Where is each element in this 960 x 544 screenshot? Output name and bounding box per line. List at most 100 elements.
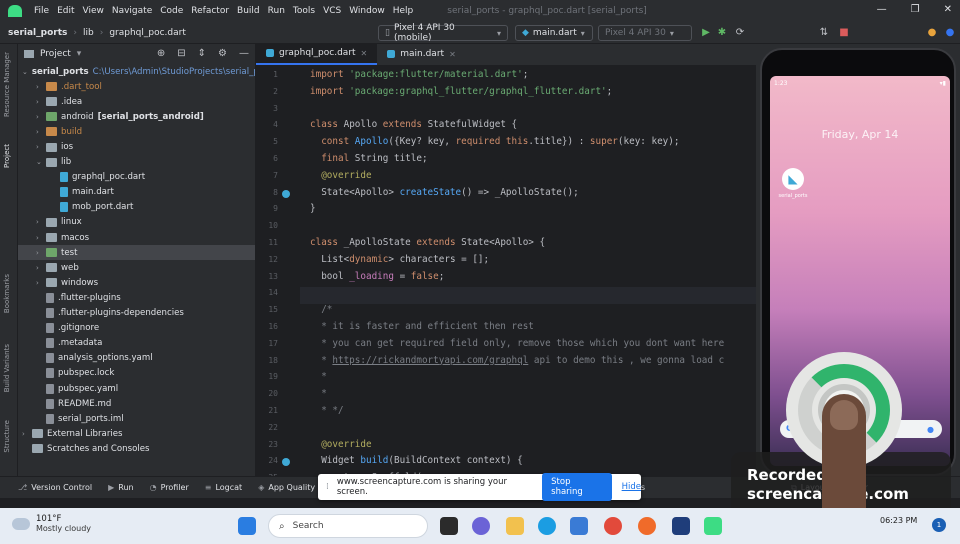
line-number[interactable]: 6: [273, 154, 278, 163]
tree-item[interactable]: pubspec.yaml: [18, 381, 255, 396]
close-tab-icon[interactable]: ✕: [361, 49, 368, 58]
line-number[interactable]: 4: [273, 120, 278, 129]
device-selector[interactable]: ▯ Pixel 4 API 30 (mobile) ▾: [378, 23, 508, 43]
line-number[interactable]: 14: [268, 288, 278, 297]
line-number[interactable]: 5: [273, 137, 278, 146]
stop-sharing-button[interactable]: Stop sharing: [542, 473, 612, 501]
tree-item[interactable]: serial_ports.iml: [18, 411, 255, 426]
tool-profiler[interactable]: ◔ Profiler: [150, 483, 189, 492]
settings-icon[interactable]: ●: [944, 27, 956, 39]
debug-icon[interactable]: ✱: [716, 27, 728, 39]
tree-item[interactable]: › windows: [18, 275, 255, 290]
line-number[interactable]: 3: [273, 104, 278, 113]
stop-icon[interactable]: ■: [838, 27, 850, 39]
breadcrumb-project[interactable]: serial_ports: [8, 28, 67, 38]
breadcrumb-file[interactable]: graphql_poc.dart: [109, 28, 186, 38]
line-number[interactable]: 20: [268, 389, 278, 398]
tree-item[interactable]: README.md: [18, 396, 255, 411]
tree-item[interactable]: .flutter-plugins-dependencies: [18, 306, 255, 321]
tool-logcat[interactable]: ≡ Logcat: [205, 483, 242, 492]
menu-edit[interactable]: Edit: [53, 6, 78, 16]
tree-item[interactable]: .gitignore: [18, 321, 255, 336]
update-icon[interactable]: ●: [926, 27, 938, 39]
android-studio-taskbar-icon[interactable]: [704, 517, 722, 535]
tool-run[interactable]: ▶ Run: [108, 483, 134, 492]
tree-item[interactable]: Scratches and Consoles: [18, 441, 255, 456]
line-number[interactable]: 15: [268, 305, 278, 314]
line-number[interactable]: 7: [273, 171, 278, 180]
close-tab-icon[interactable]: ✕: [449, 50, 456, 59]
avd-selector[interactable]: Pixel 4 API 30 ▾: [598, 25, 692, 41]
tree-item[interactable]: › build: [18, 124, 255, 139]
menu-code[interactable]: Code: [156, 6, 187, 16]
firefox-icon[interactable]: [638, 517, 656, 535]
mic-icon[interactable]: ●: [927, 425, 934, 434]
tree-item[interactable]: › macos: [18, 230, 255, 245]
tree-root[interactable]: ⌄ serial_ports C:\Users\Admin\StudioProj…: [18, 64, 255, 79]
line-number[interactable]: 11: [268, 238, 278, 247]
gear-icon[interactable]: ⚙: [218, 48, 227, 59]
hide-link[interactable]: Hide: [622, 482, 641, 492]
close-icon[interactable]: ✕: [944, 4, 952, 15]
flutter-app-icon[interactable]: ◣: [782, 168, 804, 190]
tab-main-dart[interactable]: main.dart ✕: [377, 43, 466, 65]
menu-tools[interactable]: Tools: [289, 6, 319, 16]
tree-item[interactable]: › .idea: [18, 94, 255, 109]
line-number[interactable]: 23: [268, 440, 278, 449]
taskbar-search[interactable]: ⌕ Search: [268, 514, 428, 538]
line-number[interactable]: 18: [268, 356, 278, 365]
attach-icon[interactable]: ⟳: [734, 27, 746, 39]
run-icon[interactable]: ▶: [700, 27, 712, 39]
line-number[interactable]: 9: [273, 204, 278, 213]
code-editor[interactable]: import 'package:flutter/material.dart'; i…: [300, 66, 756, 476]
tree-item[interactable]: ⌄ lib: [18, 155, 255, 170]
line-number[interactable]: 17: [268, 339, 278, 348]
sync-icon[interactable]: ⇅: [818, 27, 830, 39]
menu-refactor[interactable]: Refactor: [187, 6, 233, 16]
line-number[interactable]: 8: [273, 188, 278, 197]
chevron-down-icon[interactable]: ▾: [77, 49, 82, 59]
tree-item[interactable]: main.dart: [18, 185, 255, 200]
store-icon[interactable]: [570, 517, 588, 535]
tool-build-variants[interactable]: Build Variants: [3, 344, 11, 392]
task-view-icon[interactable]: [440, 517, 458, 535]
notification-badge[interactable]: 1: [932, 518, 946, 532]
tree-item[interactable]: .flutter-plugins: [18, 290, 255, 305]
weather-widget[interactable]: 101°F Mostly cloudy: [12, 514, 91, 533]
run-config-selector[interactable]: ◆ main.dart ▾: [515, 25, 593, 41]
line-number[interactable]: 1: [273, 70, 278, 79]
tree-item[interactable]: › web: [18, 260, 255, 275]
override-marker-icon[interactable]: [282, 458, 290, 467]
drag-handle-icon[interactable]: ⁞: [326, 482, 329, 492]
tree-item[interactable]: graphql_poc.dart: [18, 170, 255, 185]
tree-item[interactable]: analysis_options.yaml: [18, 351, 255, 366]
line-number[interactable]: 24: [268, 456, 278, 465]
override-marker-icon[interactable]: [282, 189, 290, 198]
minimize-icon[interactable]: —: [877, 4, 887, 15]
tool-project[interactable]: Project: [3, 144, 11, 168]
tree-item[interactable]: › android [serial_ports_android]: [18, 109, 255, 124]
menu-file[interactable]: File: [30, 6, 53, 16]
maximize-icon[interactable]: ❐: [911, 4, 920, 15]
tree-item[interactable]: › External Libraries: [18, 426, 255, 441]
line-number[interactable]: 16: [268, 322, 278, 331]
tool-version-control[interactable]: ⎇ Version Control: [18, 483, 92, 492]
file-explorer-icon[interactable]: [506, 517, 524, 535]
line-number[interactable]: 12: [268, 255, 278, 264]
menu-window[interactable]: Window: [345, 6, 389, 16]
tool-resource-manager[interactable]: Resource Manager: [3, 52, 11, 117]
tree-item[interactable]: pubspec.lock: [18, 366, 255, 381]
windows-start-icon[interactable]: [238, 517, 256, 535]
tree-item[interactable]: › .dart_tool: [18, 79, 255, 94]
tree-item[interactable]: › linux: [18, 215, 255, 230]
line-number[interactable]: 21: [268, 406, 278, 415]
collapse-icon[interactable]: ⊟: [177, 48, 185, 59]
edge-icon[interactable]: [538, 517, 556, 535]
chat-icon[interactable]: [472, 517, 490, 535]
tool-structure[interactable]: Structure: [3, 420, 11, 453]
menu-vcs[interactable]: VCS: [319, 6, 345, 16]
add-icon[interactable]: ⊕: [157, 48, 165, 59]
line-number[interactable]: 10: [268, 221, 278, 230]
menu-view[interactable]: View: [79, 6, 108, 16]
expand-icon[interactable]: ⇕: [198, 48, 206, 59]
